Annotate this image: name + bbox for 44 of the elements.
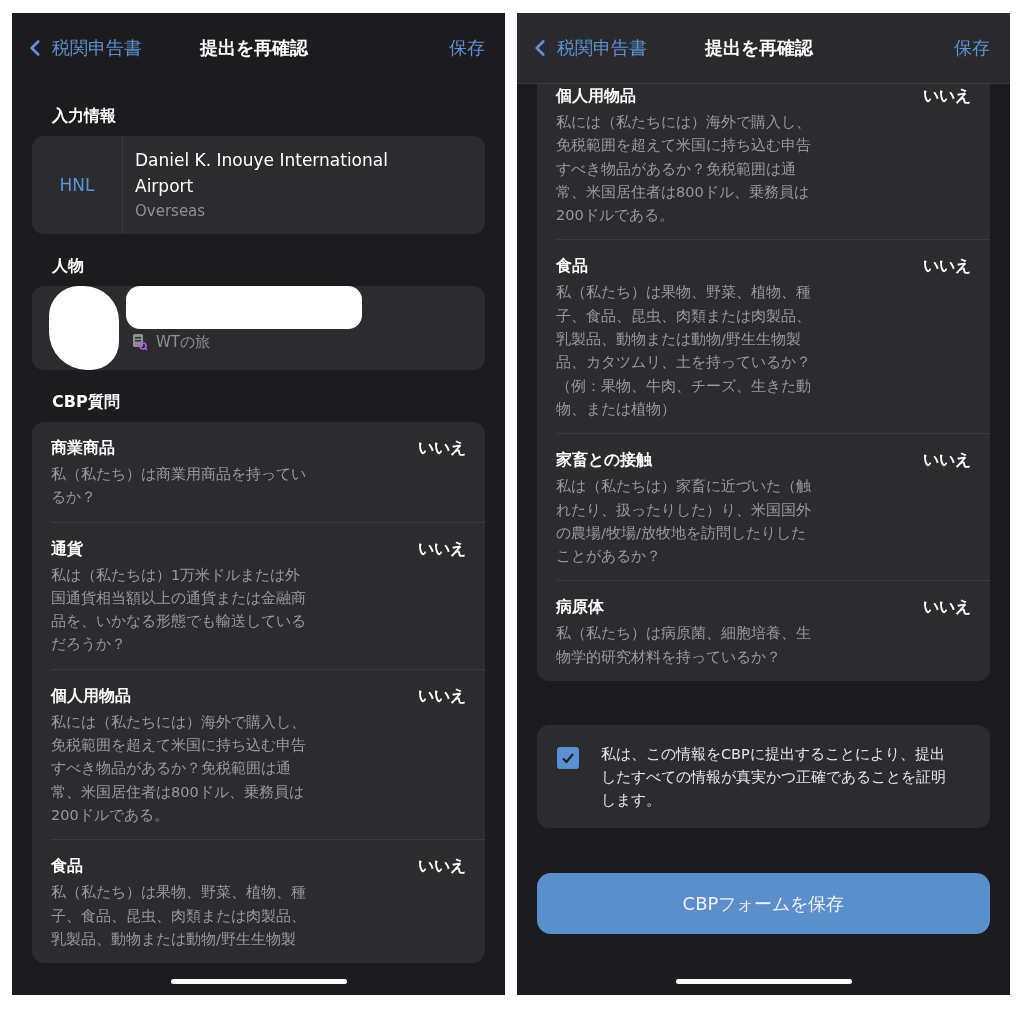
question-description: 私（私たち）は果物、野菜、植物、種子、食品、昆虫、肉類または肉製品、乳製品、動物または動物/野生生物製品、カタツムリ、土を持っているか？（例：果物、牛肉、チーズ、生きた動物、または植物） [556,283,812,419]
section-header: 人物 [51,255,85,277]
checkbox[interactable] [557,747,579,770]
certification-text: 私は、この情報をCBPに提出することにより、提出したすべての情報が真実かつ正確であることを証明します。 [601,745,947,811]
answer-text: いいえ [418,437,466,459]
question-description: 私（私たち）は果物、野菜、植物、種子、食品、昆虫、肉類または肉製品、乳製品、動物または動物/野生生物製 [51,883,307,949]
section-header: 入力情報 [51,105,117,127]
answer-text: いいえ [923,596,971,619]
question-description: 私は（私たちは）家畜に近づいた（触れたり、扱ったりした）り、米国国外の農場/牧場/放牧地を訪問したりしたことがあるか？ [556,477,812,567]
person-card[interactable]: WTの旅 [32,286,485,370]
answer-text: いいえ [418,855,466,878]
save-form-button[interactable]: CBPフォームを保存 [537,873,990,935]
question-description: 私（私たち）は病原菌、細胞培養、生物学的研究材料を持っているか？ [556,624,812,667]
question-title: 家畜との接触 [556,449,653,472]
question-title: 個人用物品 [556,85,637,107]
answer-text: いいえ [923,449,971,472]
screen-title: 提出を再確認 [704,36,813,60]
question-title: 食品 [556,255,589,278]
question-description: 私には（私たちには）海外で購入し、免税範囲を超えて米国に持ち込む申告すべき物品があるか？免税範囲は通常、米国居住者は800ドル、乗務員は200ドルである。 [556,113,812,226]
trip-name: WTの旅 [156,332,210,353]
airport-region: Overseas [135,201,207,222]
answer-text: いいえ [923,85,971,107]
question-title: 個人用物品 [51,684,132,707]
airport-code: HNL [32,136,123,234]
document-search-icon [132,333,148,351]
answer-text: いいえ [418,537,466,560]
question-title: 病原体 [556,596,605,619]
question-description: 私は（私たちは）1万米ドルまたは外国通貨相当額以上の通貨または金融商品を、いかなる形態でも輸送しているだろうか？ [51,565,307,655]
back-link[interactable]: 税関申告書 [527,35,705,61]
question-description: 私には（私たちには）海外で購入し、免税範囲を超えて米国に持ち込む申告すべき物品があるか？免税範囲は通常、米国居住者は800ドル、乗務員は200ドルである。 [51,712,307,825]
save-link[interactable]: 保存 [449,36,485,60]
section-header: CBP質問 [51,391,121,413]
question-title: 食品 [51,855,84,878]
save-link[interactable]: 保存 [954,36,990,60]
airport-name: Daniel K. Inouye International Airport [135,149,389,198]
question-title: 商業商品 [51,437,116,459]
airport-card[interactable]: HNL Daniel K. Inouye International Airport Overseas [32,136,485,234]
answer-text: いいえ [923,255,971,278]
question-description: 私（私たち）は商業用商品を持っているか？ [51,465,307,508]
answer-text: いいえ [418,684,466,707]
check-icon [561,752,575,765]
screen-title: 提出を再確認 [199,36,308,60]
back-link[interactable]: 税関申告書 [22,35,200,61]
question-title: 通貨 [51,537,84,560]
